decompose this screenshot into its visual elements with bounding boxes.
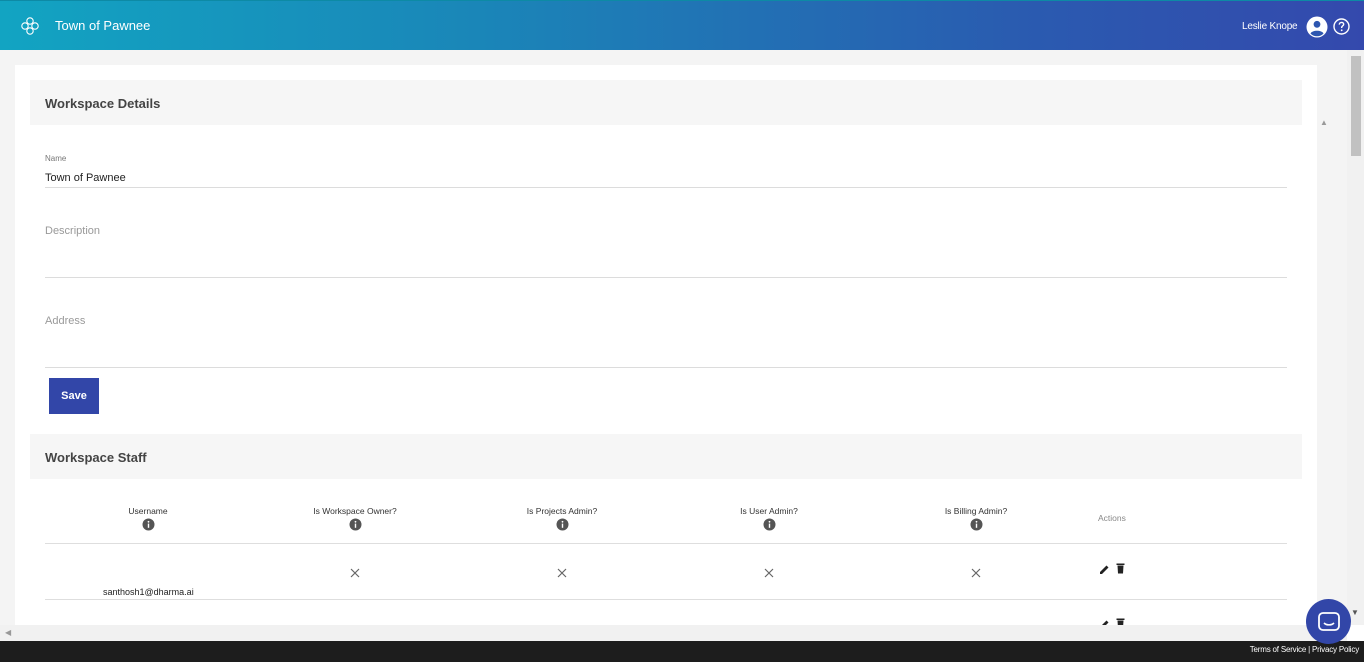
footer-links: Terms of Service | Privacy Policy xyxy=(1250,645,1359,654)
footer-separator: | xyxy=(1308,645,1310,654)
horizontal-scrollbar[interactable]: ◀ xyxy=(0,625,1347,641)
address-input[interactable]: Address xyxy=(45,315,85,327)
close-icon xyxy=(971,568,981,578)
scroll-down-arrow-icon[interactable]: ▼ xyxy=(1351,608,1359,617)
edit-icon[interactable] xyxy=(1099,564,1110,575)
account-circle-icon[interactable] xyxy=(1306,16,1328,38)
close-icon xyxy=(764,568,774,578)
chat-launcher-button[interactable] xyxy=(1306,599,1351,644)
info-icon[interactable] xyxy=(556,518,569,531)
description-input[interactable]: Description xyxy=(45,225,100,237)
info-icon[interactable] xyxy=(142,518,155,531)
column-billing-admin-label: Is Billing Admin? xyxy=(944,506,1008,516)
column-is-projects-admin[interactable]: Is Projects Admin? xyxy=(482,506,642,531)
close-icon xyxy=(350,568,360,578)
column-is-user-admin[interactable]: Is User Admin? xyxy=(689,506,849,531)
chat-icon xyxy=(1317,611,1340,631)
column-is-billing-admin[interactable]: Is Billing Admin? xyxy=(896,506,1056,531)
help-circle-icon[interactable] xyxy=(1333,18,1350,35)
workspace-details-heading: Workspace Details xyxy=(30,80,1302,125)
name-label: Name xyxy=(45,154,67,163)
delete-icon[interactable] xyxy=(1115,563,1126,574)
info-icon[interactable] xyxy=(349,518,362,531)
delete-icon[interactable] xyxy=(1115,618,1126,625)
column-owner-label: Is Workspace Owner? xyxy=(313,506,397,516)
terms-of-service-link[interactable]: Terms of Service xyxy=(1250,645,1307,654)
name-underline xyxy=(45,187,1287,188)
address-underline xyxy=(45,367,1287,368)
vertical-scrollbar[interactable]: ▼ xyxy=(1347,50,1364,625)
column-projects-admin-label: Is Projects Admin? xyxy=(526,506,598,516)
column-is-workspace-owner[interactable]: Is Workspace Owner? xyxy=(275,506,435,531)
info-icon[interactable] xyxy=(763,518,776,531)
flower-logo-icon[interactable] xyxy=(20,16,40,36)
workspace-staff-heading: Workspace Staff xyxy=(30,434,1302,479)
workspace-card: Workspace Details Name Town of Pawnee De… xyxy=(15,65,1317,625)
username-cell: santhosh1@dharma.ai xyxy=(103,587,194,597)
scroll-left-arrow-icon[interactable]: ◀ xyxy=(5,628,11,637)
save-button[interactable]: Save xyxy=(49,378,99,414)
column-actions: Actions xyxy=(1098,513,1126,523)
description-underline xyxy=(45,277,1287,278)
top-bar: Town of Pawnee Leslie Knope xyxy=(0,0,1364,50)
close-icon xyxy=(557,568,567,578)
name-input[interactable]: Town of Pawnee xyxy=(45,172,126,184)
info-icon[interactable] xyxy=(970,518,983,531)
column-username-label: Username xyxy=(128,506,168,516)
content-area: Workspace Details Name Town of Pawnee De… xyxy=(0,50,1347,625)
footer: Terms of Service | Privacy Policy xyxy=(0,641,1364,662)
privacy-policy-link[interactable]: Privacy Policy xyxy=(1312,645,1359,654)
vertical-scrollbar-thumb[interactable] xyxy=(1351,56,1361,156)
column-user-admin-label: Is User Admin? xyxy=(740,506,798,516)
user-name[interactable]: Leslie Knope xyxy=(1242,21,1298,32)
app-title[interactable]: Town of Pawnee xyxy=(55,18,150,33)
table-row-divider xyxy=(45,599,1287,600)
inner-scroll-up-arrow-icon[interactable]: ▲ xyxy=(1320,118,1328,127)
column-username[interactable]: Username xyxy=(68,506,228,531)
table-header-divider xyxy=(45,543,1287,544)
